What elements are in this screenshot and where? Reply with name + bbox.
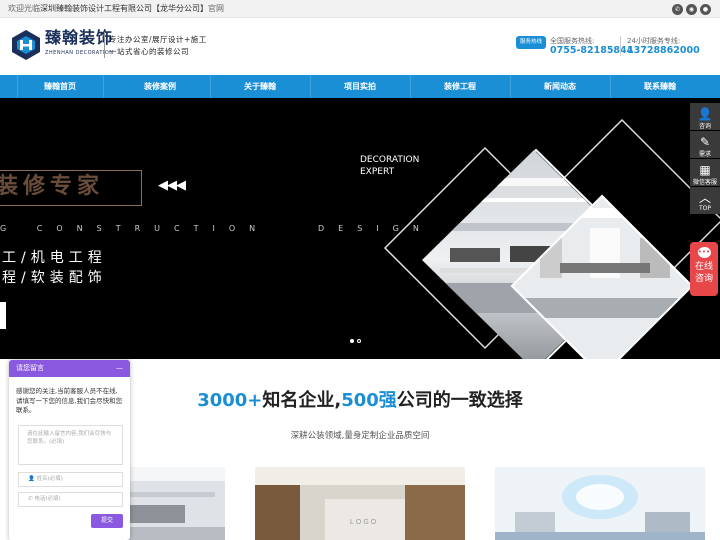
slide-dot-2[interactable] [357, 339, 361, 343]
toolbar-wechat-label: 微信客服 [692, 179, 717, 186]
case-photo-3 [495, 467, 705, 540]
toolbar-demand[interactable]: ✎ 需求 [690, 131, 720, 158]
chat-title: 请您留言 [16, 364, 44, 372]
logo-divider [104, 32, 105, 58]
edit-icon: ✎ [699, 135, 711, 149]
case-card-2[interactable]: LOGO [255, 467, 465, 540]
chat-message: 感谢您的关注,当前客服人员不在线,请填写一下您的信息,我们会尽快和您联系。 [16, 387, 123, 414]
nav-divider [610, 75, 611, 98]
toolbar-wechat[interactable]: ▦ 微信客服 [690, 159, 720, 186]
slogan-line-2: 一站式省心的装修公司 [109, 47, 189, 56]
nav-item-about[interactable]: 关于臻翰 [244, 75, 276, 98]
toolbar-consult[interactable]: 👤 咨询 [690, 103, 720, 130]
hotline-divider [620, 36, 621, 56]
banner-design-text: DESIGN [318, 224, 433, 233]
chat-name-placeholder: 姓名(必填) [36, 476, 63, 482]
nav-item-contact[interactable]: 联系臻翰 [644, 75, 676, 98]
banner-arrows-icon: ◀◀◀ [158, 178, 186, 193]
wechat-icon[interactable]: ✆ [672, 4, 683, 15]
chat-header: 请您留言 — [9, 360, 130, 377]
online-consult-button[interactable]: ••• 在线 咨询 [690, 242, 718, 296]
case-photo-2: LOGO [255, 467, 465, 540]
toolbar-demand-label: 需求 [698, 151, 711, 158]
banner-line-1: 工/机电工程 [2, 250, 107, 266]
banner-deco-line-1: DECORATION [360, 155, 420, 165]
chat-name-field[interactable]: 👤 姓名(必填) [18, 472, 123, 487]
chat-submit-button[interactable]: 提交 [91, 514, 123, 528]
hotline-badge: 服务热线 [516, 36, 546, 49]
chat-message-input[interactable]: 请在此输入留言内容,我们会尽快与您联系。(必填) [18, 425, 123, 465]
slogan-line-1: 专注办公室/展厅设计+施工 [109, 35, 207, 44]
chat-phone-placeholder: 电话(必填) [34, 496, 61, 502]
nav-item-projects[interactable]: 装修工程 [444, 75, 476, 98]
main-nav: 臻翰首页 装修案例 关于臻翰 项目实拍 装修工程 新闻动态 联系臻翰 [0, 75, 720, 98]
heading-text-2: 公司的一致选择 [396, 390, 523, 411]
slide-dot-1[interactable] [350, 339, 354, 343]
minimize-icon[interactable]: — [116, 360, 123, 377]
nav-item-home[interactable]: 臻翰首页 [44, 75, 76, 98]
heading-number-1: 3000+ [197, 390, 263, 411]
heading-text-1: 知名企业, [262, 390, 342, 411]
nav-divider [510, 75, 511, 98]
online-consult-line-1: 在线 [694, 262, 713, 272]
nav-divider [103, 75, 104, 98]
banner-accent-bar [0, 302, 6, 329]
banner-title: 装修专家 [0, 174, 105, 199]
chevron-up-icon: ︿ [698, 191, 711, 205]
nav-divider [210, 75, 211, 98]
qq-icon[interactable]: ● [700, 4, 711, 15]
nav-divider [410, 75, 411, 98]
hero-banner[interactable]: 装修专家 ◀◀◀ DECORATION EXPERT G CONSTRUCTIO… [0, 98, 720, 359]
toolbar-top-label: TOP [698, 205, 711, 212]
banner-construction-text: G CONSTRUCTION [0, 224, 270, 233]
online-consult-line-2: 咨询 [694, 274, 713, 284]
toolbar-consult-label: 咨询 [698, 123, 711, 130]
banner-deco-text: DECORATION EXPERT [360, 154, 419, 178]
top-bar: 欢迎光临深圳臻翰装饰设计工程有限公司【龙华分公司】官网 ✆ ◉ ● [0, 0, 720, 18]
logo-name[interactable]: 臻翰装饰 [45, 28, 113, 48]
svg-text:LOGO: LOGO [350, 519, 378, 526]
qrcode-icon: ▦ [699, 163, 711, 177]
nav-item-photos[interactable]: 项目实拍 [344, 75, 376, 98]
nav-divider [310, 75, 311, 98]
chat-phone-field[interactable]: ✆ 电话(必填) [18, 492, 123, 507]
logo-icon[interactable] [10, 29, 42, 61]
banner-line-2: 程/软装配饰 [2, 270, 107, 286]
phone-icon: ✆ [28, 496, 33, 502]
weibo-icon[interactable]: ◉ [686, 4, 697, 15]
chat-widget: 请您留言 — 感谢您的关注,当前客服人员不在线,请填写一下您的信息,我们会尽快和… [9, 360, 130, 540]
user-icon: 👤 [28, 476, 35, 482]
greeting-text: 欢迎光临 [8, 4, 40, 13]
nav-item-news[interactable]: 新闻动态 [544, 75, 576, 98]
chat-bubble-icon: ••• [697, 247, 711, 258]
case-card-3[interactable] [495, 467, 705, 540]
person-icon: 👤 [697, 107, 713, 121]
company-name: 深圳臻翰装饰设计工程有限公司【龙华分公司】 [40, 4, 208, 13]
24h-hotline-number[interactable]: 13728862000 [627, 45, 700, 56]
nav-item-cases[interactable]: 装修案例 [144, 75, 176, 98]
banner-deco-line-2: EXPERT [360, 167, 395, 177]
greeting-suffix: 官网 [208, 4, 224, 13]
nav-divider [17, 75, 18, 98]
toolbar-top[interactable]: ︿ TOP [690, 187, 720, 214]
heading-number-2: 500强 [341, 390, 397, 411]
